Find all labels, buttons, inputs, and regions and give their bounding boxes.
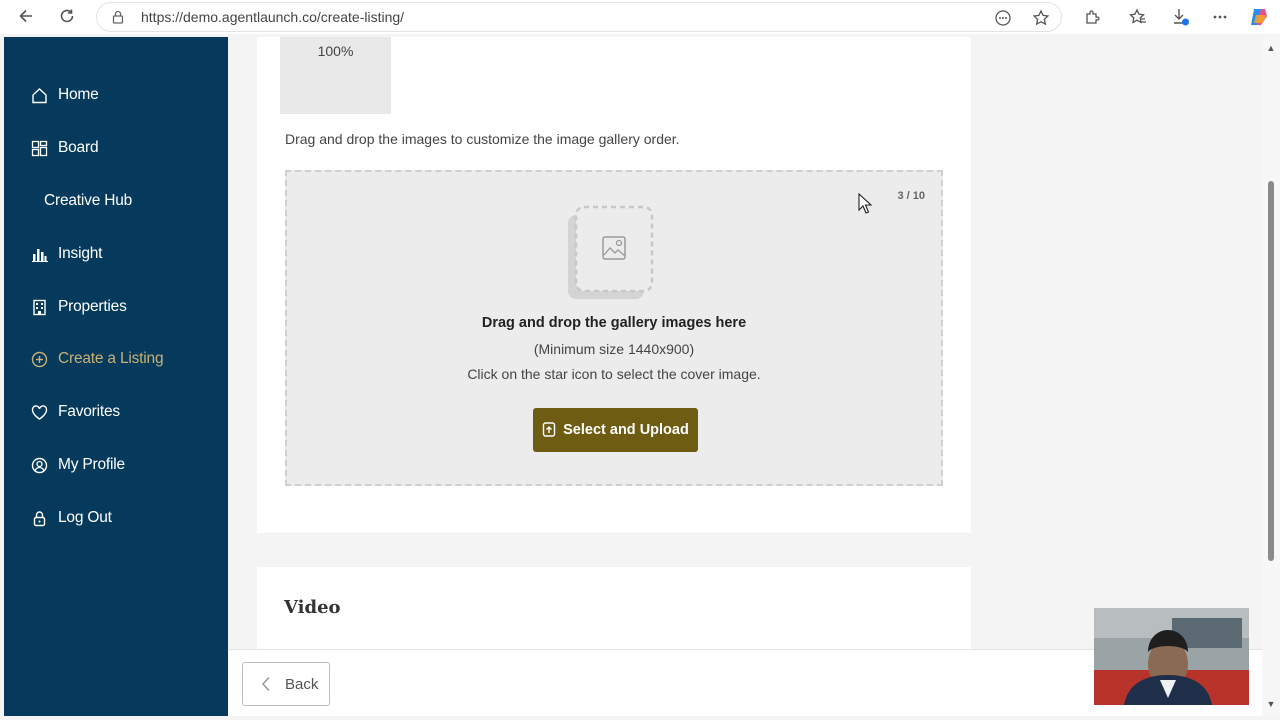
image-count: 3 / 10 bbox=[897, 190, 925, 202]
reload-icon[interactable] bbox=[56, 5, 78, 27]
mouse-cursor-icon bbox=[858, 192, 873, 215]
sidebar-item-home[interactable]: Home bbox=[4, 75, 228, 115]
back-button[interactable]: Back bbox=[242, 662, 330, 706]
sidebar: Home Board Creative Hub Insight Properti… bbox=[4, 37, 228, 716]
building-icon bbox=[30, 298, 48, 316]
dropzone-cover-hint: Click on the star icon to select the cov… bbox=[467, 366, 761, 382]
plus-circle-icon bbox=[30, 350, 48, 368]
back-arrow-icon[interactable] bbox=[15, 5, 37, 27]
sidebar-item-create-listing[interactable]: Create a Listing bbox=[4, 339, 228, 379]
sidebar-item-my-profile[interactable]: My Profile bbox=[4, 445, 228, 485]
select-and-upload-button[interactable]: Select and Upload bbox=[533, 408, 698, 452]
sidebar-item-creative-hub[interactable]: Creative Hub bbox=[4, 181, 228, 221]
reader-mode-icon[interactable] bbox=[993, 8, 1013, 28]
sidebar-item-insight[interactable]: Insight bbox=[4, 234, 228, 274]
board-icon bbox=[30, 139, 48, 157]
chevron-left-icon bbox=[261, 676, 271, 692]
sidebar-item-label: My Profile bbox=[58, 456, 125, 473]
scrollbar-thumb[interactable] bbox=[1268, 181, 1274, 561]
favorite-star-icon[interactable] bbox=[1031, 8, 1051, 28]
image-placeholder-icon bbox=[568, 205, 654, 301]
bar-chart-icon bbox=[30, 245, 48, 263]
sidebar-item-log-out[interactable]: Log Out bbox=[4, 498, 228, 538]
sidebar-item-label: Board bbox=[58, 139, 99, 156]
video-section-title: Video bbox=[284, 597, 341, 618]
scroll-down-icon[interactable]: ▼ bbox=[1266, 699, 1276, 709]
video-card: Video bbox=[257, 567, 971, 649]
sidebar-item-label: Creative Hub bbox=[44, 192, 133, 209]
upload-button-label: Select and Upload bbox=[563, 422, 689, 438]
user-circle-icon bbox=[30, 456, 48, 474]
scroll-up-icon[interactable]: ▲ bbox=[1266, 43, 1276, 53]
webcam-overlay bbox=[1094, 608, 1249, 705]
upload-progress-label: 100% bbox=[317, 43, 354, 59]
gallery-thumbnail[interactable]: 100% bbox=[280, 37, 391, 114]
sidebar-item-label: Create a Listing bbox=[58, 350, 164, 367]
home-icon bbox=[30, 86, 48, 104]
upload-file-icon bbox=[542, 422, 556, 438]
sidebar-item-label: Home bbox=[58, 86, 99, 103]
sidebar-item-label: Properties bbox=[58, 298, 127, 315]
page-scrollbar[interactable]: ▲ ▼ bbox=[1262, 37, 1280, 716]
sidebar-item-label: Insight bbox=[58, 245, 103, 262]
extensions-icon[interactable] bbox=[1081, 6, 1103, 28]
lock-icon bbox=[30, 509, 48, 527]
gallery-order-hint: Drag and drop the images to customize th… bbox=[285, 131, 680, 147]
sidebar-item-label: Favorites bbox=[58, 403, 120, 420]
more-menu-icon[interactable] bbox=[1209, 6, 1231, 28]
gallery-dropzone[interactable]: 3 / 10 Drag and drop the gallery images … bbox=[285, 170, 943, 486]
sidebar-item-favorites[interactable]: Favorites bbox=[4, 392, 228, 432]
dropzone-min-size: (Minimum size 1440x900) bbox=[533, 341, 695, 357]
main-content: 100% Drag and drop the images to customi… bbox=[228, 37, 1262, 649]
address-bar[interactable]: https://demo.agentlaunch.co/create-listi… bbox=[96, 2, 1062, 32]
downloads-icon[interactable] bbox=[1170, 6, 1192, 28]
sidebar-item-properties[interactable]: Properties bbox=[4, 287, 228, 327]
copilot-icon[interactable] bbox=[1248, 6, 1270, 28]
sidebar-item-board[interactable]: Board bbox=[4, 128, 228, 168]
sidebar-item-label: Log Out bbox=[58, 509, 112, 526]
gallery-card: 100% Drag and drop the images to customi… bbox=[257, 37, 971, 533]
favorites-bar-icon[interactable] bbox=[1127, 6, 1149, 28]
back-button-label: Back bbox=[285, 675, 319, 693]
browser-toolbar: https://demo.agentlaunch.co/create-listi… bbox=[0, 0, 1280, 34]
lock-icon bbox=[111, 10, 125, 24]
url-text[interactable]: https://demo.agentlaunch.co/create-listi… bbox=[141, 9, 404, 25]
dropzone-title: Drag and drop the gallery images here bbox=[481, 315, 747, 331]
heart-icon bbox=[30, 403, 48, 421]
